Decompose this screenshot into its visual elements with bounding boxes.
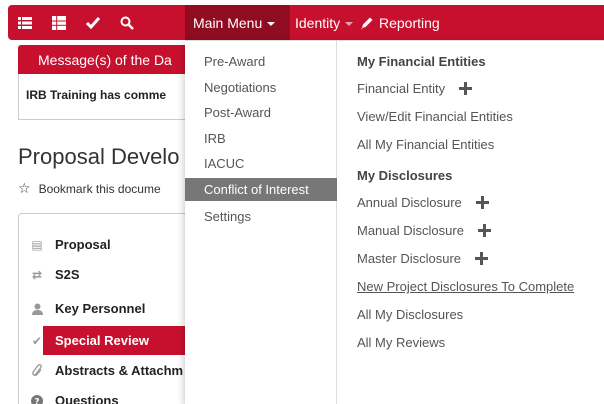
- link-all-my-financial-entities[interactable]: All My Financial Entities: [357, 137, 494, 152]
- nav-item-s2s[interactable]: ⇄ S2S: [19, 260, 187, 289]
- section-title-financial-entities: My Financial Entities: [357, 54, 486, 69]
- message-of-the-day-title: Message(s) of the Da: [38, 51, 172, 68]
- nav-item-label: Proposal: [55, 237, 111, 252]
- svg-text:?: ?: [34, 397, 39, 404]
- menu-item-label: Conflict of Interest: [204, 182, 309, 197]
- identity-menu-button[interactable]: Identity: [295, 5, 354, 40]
- list-icon[interactable]: [8, 5, 42, 40]
- link-label: Master Disclosure: [357, 251, 462, 266]
- message-of-the-day-body: IRB Training has comme: [18, 74, 198, 120]
- menu-item-label: IACUC: [204, 156, 245, 171]
- message-text: IRB Training has comme: [26, 88, 167, 102]
- paperclip-icon: [19, 364, 55, 377]
- link-new-project-disclosures[interactable]: New Project Disclosures To Complete: [357, 279, 574, 294]
- reporting-menu-button[interactable]: Reporting: [360, 5, 440, 40]
- question-icon: ?: [19, 394, 55, 404]
- nav-item-key-personnel[interactable]: Key Personnel: [19, 294, 187, 323]
- top-navbar: Main Menu Identity Reporting: [8, 5, 604, 40]
- check-icon: ✔: [31, 333, 43, 348]
- main-menu-categories: Pre-Award Negotiations Post-Award IRB IA…: [185, 41, 337, 404]
- main-menu-button[interactable]: Main Menu: [185, 5, 290, 40]
- menu-item-irb[interactable]: IRB: [185, 127, 337, 150]
- search-icon[interactable]: [110, 5, 144, 40]
- nav-item-label: Abstracts & Attachm: [55, 363, 184, 378]
- menu-item-post-award[interactable]: Post-Award: [185, 101, 337, 124]
- conflict-of-interest-submenu: My Financial Entities Financial Entity V…: [338, 41, 604, 404]
- menu-item-settings[interactable]: Settings: [185, 205, 337, 228]
- nav-item-label: Questions: [55, 393, 119, 404]
- add-icon[interactable]: [475, 196, 489, 209]
- menu-item-label: Negotiations: [204, 80, 277, 95]
- nav-item-proposal[interactable]: ▤ Proposal: [19, 230, 187, 259]
- identity-label: Identity: [295, 14, 341, 31]
- add-icon[interactable]: [477, 224, 491, 237]
- link-label: All My Financial Entities: [357, 137, 495, 152]
- main-menu-dropdown: Pre-Award Negotiations Post-Award IRB IA…: [185, 40, 604, 404]
- add-icon[interactable]: [459, 82, 473, 95]
- menu-item-label: Post-Award: [204, 105, 271, 120]
- main-menu-label: Main Menu: [193, 14, 263, 31]
- grid-icon[interactable]: [42, 5, 76, 40]
- menu-item-label: IRB: [204, 131, 226, 146]
- nav-item-label: Special Review: [55, 333, 149, 348]
- transfer-icon: ⇄: [31, 267, 43, 282]
- menu-item-negotiations[interactable]: Negotiations: [185, 76, 337, 99]
- reporting-label: Reporting: [379, 14, 440, 31]
- nav-item-special-review[interactable]: ✔ Special Review: [32, 326, 187, 355]
- pencil-icon: [361, 17, 373, 29]
- link-all-my-reviews[interactable]: All My Reviews: [357, 335, 445, 350]
- document-nav-panel: ▤ Proposal ⇄ S2S Key Personnel ✔ Special…: [18, 213, 188, 404]
- menu-item-label: Pre-Award: [204, 54, 266, 69]
- link-all-my-disclosures[interactable]: All My Disclosures: [357, 307, 463, 322]
- chevron-down-icon: [345, 21, 354, 26]
- link-label: Annual Disclosure: [357, 195, 462, 210]
- page: Main Menu Identity Reporting Message(s) …: [0, 0, 604, 404]
- section-title-disclosures: My Disclosures: [357, 168, 453, 183]
- link-label: All My Reviews: [357, 335, 446, 350]
- link-financial-entity[interactable]: Financial Entity: [357, 81, 473, 96]
- chevron-down-icon: [267, 21, 276, 26]
- link-view-edit-financial-entities[interactable]: View/Edit Financial Entities: [357, 109, 513, 124]
- menu-item-label: Settings: [204, 209, 251, 224]
- link-manual-disclosure[interactable]: Manual Disclosure: [357, 223, 491, 238]
- page-title: Proposal Develo: [18, 144, 180, 169]
- star-icon: ☆: [18, 180, 31, 196]
- add-icon[interactable]: [475, 252, 489, 265]
- nav-item-questions[interactable]: ? Questions: [19, 386, 187, 404]
- message-of-the-day-header[interactable]: Message(s) of the Da: [18, 45, 198, 74]
- link-label: New Project Disclosures To Complete: [357, 279, 575, 294]
- nav-item-label: S2S: [55, 267, 80, 282]
- link-label: View/Edit Financial Entities: [357, 109, 513, 124]
- bookmark-label: Bookmark this docume: [38, 181, 161, 196]
- menu-item-pre-award[interactable]: Pre-Award: [185, 50, 337, 73]
- user-icon: [19, 303, 55, 315]
- nav-item-abstracts-attachments[interactable]: Abstracts & Attachm: [19, 356, 187, 385]
- menu-item-conflict-of-interest[interactable]: Conflict of Interest: [185, 178, 337, 201]
- nav-item-label: Key Personnel: [55, 301, 146, 316]
- check-icon[interactable]: [76, 5, 110, 40]
- link-label: Manual Disclosure: [357, 223, 464, 238]
- bookmark-link[interactable]: ☆ Bookmark this docume: [18, 180, 161, 197]
- link-label: Financial Entity: [357, 81, 446, 96]
- link-master-disclosure[interactable]: Master Disclosure: [357, 251, 489, 266]
- menu-item-iacuc[interactable]: IACUC: [185, 152, 337, 175]
- link-annual-disclosure[interactable]: Annual Disclosure: [357, 195, 489, 210]
- link-label: All My Disclosures: [357, 307, 464, 322]
- document-icon: ▤: [31, 237, 43, 252]
